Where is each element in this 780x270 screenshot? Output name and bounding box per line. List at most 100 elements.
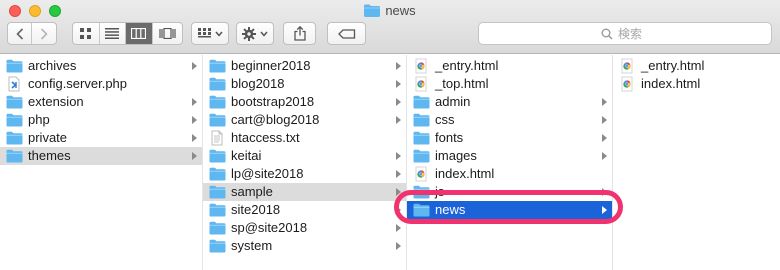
folder-item-php[interactable]: php: [0, 111, 202, 129]
folder-icon: [209, 58, 226, 74]
item-label: css: [435, 112, 455, 127]
file-item--top-html[interactable]: _top.html: [407, 75, 612, 93]
item-label: index.html: [641, 76, 701, 91]
item-label: bootstrap2018: [231, 94, 315, 109]
item-label: _top.html: [435, 76, 489, 91]
disclosure-arrow-icon: [396, 116, 401, 124]
folder-item-keitai[interactable]: keitai: [203, 147, 406, 165]
list-icon: [105, 28, 120, 39]
disclosure-arrow-icon: [192, 152, 197, 160]
folder-icon: [209, 76, 226, 92]
folder-icon: [6, 130, 23, 146]
disclosure-arrow-icon: [192, 116, 197, 124]
column-2[interactable]: beginner2018 blog2018 bootstrap2018 cart@bl…: [203, 55, 407, 270]
folder-item-bootstrap2018[interactable]: bootstrap2018: [203, 93, 406, 111]
column-3[interactable]: _entry.html _top.htmladmin css fonts images i…: [407, 55, 613, 270]
folder-icon: [413, 94, 430, 110]
item-label: lp@site2018: [231, 166, 304, 181]
text-file-icon: [209, 130, 226, 146]
gear-icon: [242, 26, 256, 41]
folder-icon: [209, 94, 226, 110]
folder-item-images[interactable]: images: [407, 147, 612, 165]
item-label: archives: [28, 58, 77, 73]
item-label: themes: [28, 148, 71, 163]
forward-button[interactable]: [32, 23, 56, 44]
tags-button[interactable]: [327, 22, 366, 45]
folder-item-extension[interactable]: extension: [0, 93, 202, 111]
search-input[interactable]: 検索: [478, 22, 772, 45]
folder-item-system[interactable]: system: [203, 237, 406, 255]
item-label: sp@site2018: [231, 220, 308, 235]
arrange-grid-icon: [197, 28, 211, 38]
grid-icon: [80, 28, 92, 39]
chevron-left-icon: [15, 27, 23, 40]
item-label: _entry.html: [435, 58, 499, 73]
folder-item-archives[interactable]: archives: [0, 57, 202, 75]
column-view-button[interactable]: [126, 23, 153, 44]
html-file-icon: [413, 76, 430, 92]
item-label: images: [435, 148, 477, 163]
cover-flow-icon: [159, 28, 176, 39]
folder-item-sample[interactable]: sample: [203, 183, 406, 201]
file-item--entry-html[interactable]: _entry.html: [613, 57, 780, 75]
folder-item-fonts[interactable]: fonts: [407, 129, 612, 147]
file-item-htaccess-txt[interactable]: htaccess.txt: [203, 129, 406, 147]
list-view-button[interactable]: [100, 23, 127, 44]
disclosure-arrow-icon: [396, 80, 401, 88]
file-item-index-html[interactable]: index.html: [407, 165, 612, 183]
action-button[interactable]: [236, 22, 274, 45]
item-label: blog2018: [231, 76, 285, 91]
item-label: keitai: [231, 148, 262, 163]
item-label: fonts: [435, 130, 464, 145]
disclosure-arrow-icon: [192, 98, 197, 106]
folder-icon: [413, 130, 430, 146]
item-label: cart@blog2018: [231, 112, 320, 127]
folder-icon: [209, 202, 226, 218]
file-item-index-html[interactable]: index.html: [613, 75, 780, 93]
item-label: index.html: [435, 166, 495, 181]
arrange-button[interactable]: [191, 22, 229, 45]
back-button[interactable]: [8, 23, 33, 44]
disclosure-arrow-icon: [396, 224, 401, 232]
folder-item-private[interactable]: private: [0, 129, 202, 147]
folder-icon: [6, 58, 23, 74]
item-label: site2018: [231, 202, 281, 217]
disclosure-arrow-icon: [602, 98, 607, 106]
share-button[interactable]: [283, 22, 316, 45]
disclosure-arrow-icon: [192, 62, 197, 70]
folder-item-css[interactable]: css: [407, 111, 612, 129]
folder-item-beginner2018[interactable]: beginner2018: [203, 57, 406, 75]
folder-item-site2018[interactable]: site2018: [203, 201, 406, 219]
window-title: news: [0, 3, 780, 18]
disclosure-arrow-icon: [396, 62, 401, 70]
column-1[interactable]: archives config.server.php extension php pri…: [0, 55, 203, 270]
php-file-icon: [6, 76, 23, 92]
folder-item-sp-site2018[interactable]: sp@site2018: [203, 219, 406, 237]
item-label: extension: [28, 94, 84, 109]
folder-icon: [209, 148, 226, 164]
item-label: htaccess.txt: [231, 130, 300, 145]
folder-icon: [209, 166, 226, 182]
folder-item-blog2018[interactable]: blog2018: [203, 75, 406, 93]
chevron-right-icon: [40, 27, 48, 40]
folder-icon: [6, 148, 23, 164]
folder-item-themes[interactable]: themes: [0, 147, 202, 165]
item-label: php: [28, 112, 50, 127]
gallery-view-button[interactable]: [153, 23, 182, 44]
disclosure-arrow-icon: [396, 242, 401, 250]
share-icon: [293, 26, 306, 41]
item-label: _entry.html: [641, 58, 705, 73]
icon-view-button[interactable]: [73, 23, 100, 44]
search-placeholder: 検索: [618, 27, 643, 41]
folder-item-cart-blog2018[interactable]: cart@blog2018: [203, 111, 406, 129]
folder-item-lp-site2018[interactable]: lp@site2018: [203, 165, 406, 183]
folder-icon: [209, 184, 226, 200]
disclosure-arrow-icon: [396, 98, 401, 106]
file-item--entry-html[interactable]: _entry.html: [407, 57, 612, 75]
file-item-config-server-php[interactable]: config.server.php: [0, 75, 202, 93]
folder-item-admin[interactable]: admin: [407, 93, 612, 111]
column-4[interactable]: _entry.html index.html: [613, 55, 780, 270]
html-file-icon: [413, 58, 430, 74]
folder-icon: [364, 4, 381, 17]
html-file-icon: [413, 166, 430, 182]
